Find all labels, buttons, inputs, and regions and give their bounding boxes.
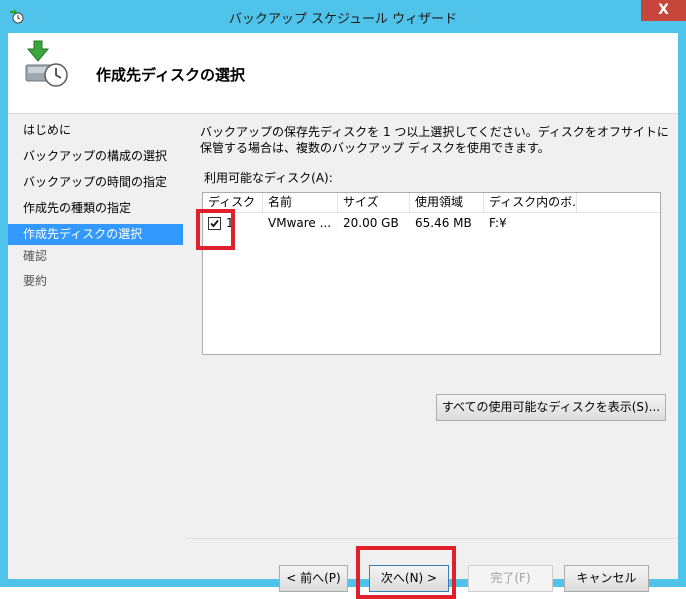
cell-volumes: F:¥ — [489, 216, 507, 230]
disk-list[interactable]: ディスク 名前 サイズ 使用領域 ディスク内のボ... 1 VMware ...… — [196, 192, 661, 355]
wizard-client-area: 作成先ディスクの選択 はじめに バックアップの構成の選択 バックアップの時間の指… — [8, 33, 678, 599]
wizard-header: 作成先ディスクの選択 — [8, 33, 678, 114]
back-button[interactable]: < 前へ(P) — [279, 565, 348, 592]
window-title: バックアップ スケジュール ウィザード — [228, 12, 458, 27]
column-size[interactable]: サイズ — [338, 193, 410, 212]
wizard-content: バックアップの保存先ディスクを 1 つ以上選択してください。ディスクをオフサイト… — [186, 114, 678, 599]
finish-button: 完了(F) — [468, 565, 553, 592]
highlight-box-checkbox — [196, 209, 235, 250]
cell-size: 20.00 GB — [343, 216, 399, 230]
cancel-button[interactable]: キャンセル — [564, 565, 649, 592]
title-bar[interactable]: バックアップ スケジュール ウィザード X — [0, 0, 686, 33]
close-icon: X — [658, 2, 669, 18]
column-name[interactable]: 名前 — [263, 193, 338, 212]
bottom-separator — [186, 538, 678, 539]
column-used[interactable]: 使用領域 — [410, 193, 484, 212]
show-all-disks-button[interactable]: すべての使用可能なディスクを表示(S)... — [436, 394, 666, 421]
cell-name: VMware ... — [268, 216, 332, 230]
column-volumes[interactable]: ディスク内のボ... — [484, 193, 577, 212]
nav-item-backup-config[interactable]: バックアップの構成の選択 — [8, 146, 183, 167]
wizard-step-nav: はじめに バックアップの構成の選択 バックアップの時間の指定 作成先の種類の指定… — [8, 114, 186, 579]
window-frame: バックアップ スケジュール ウィザード X 作成先ディスクの選択 はじめに バッ… — [0, 0, 686, 599]
backup-disk-icon — [25, 40, 68, 87]
disk-list-header: ディスク 名前 サイズ 使用領域 ディスク内のボ... — [203, 193, 660, 213]
highlight-box-next — [356, 546, 456, 599]
table-row[interactable]: 1 VMware ... 20.00 GB 65.46 MB F:¥ — [196, 209, 660, 250]
description-text: バックアップの保存先ディスクを 1 つ以上選択してください。ディスクをオフサイト… — [200, 125, 669, 155]
nav-item-summary: 要約 — [23, 274, 48, 288]
available-disks-label: 利用可能なディスク(A): — [204, 171, 333, 185]
nav-item-destination-disk[interactable]: 作成先ディスクの選択 — [8, 224, 183, 245]
nav-item-backup-time[interactable]: バックアップの時間の指定 — [8, 172, 183, 193]
nav-item-intro[interactable]: はじめに — [8, 120, 183, 141]
cell-used: 65.46 MB — [415, 216, 472, 230]
nav-item-destination-type[interactable]: 作成先の種類の指定 — [8, 198, 183, 219]
page-title: 作成先ディスクの選択 — [96, 66, 245, 84]
nav-item-confirm: 確認 — [23, 249, 48, 263]
close-button[interactable]: X — [641, 0, 686, 21]
